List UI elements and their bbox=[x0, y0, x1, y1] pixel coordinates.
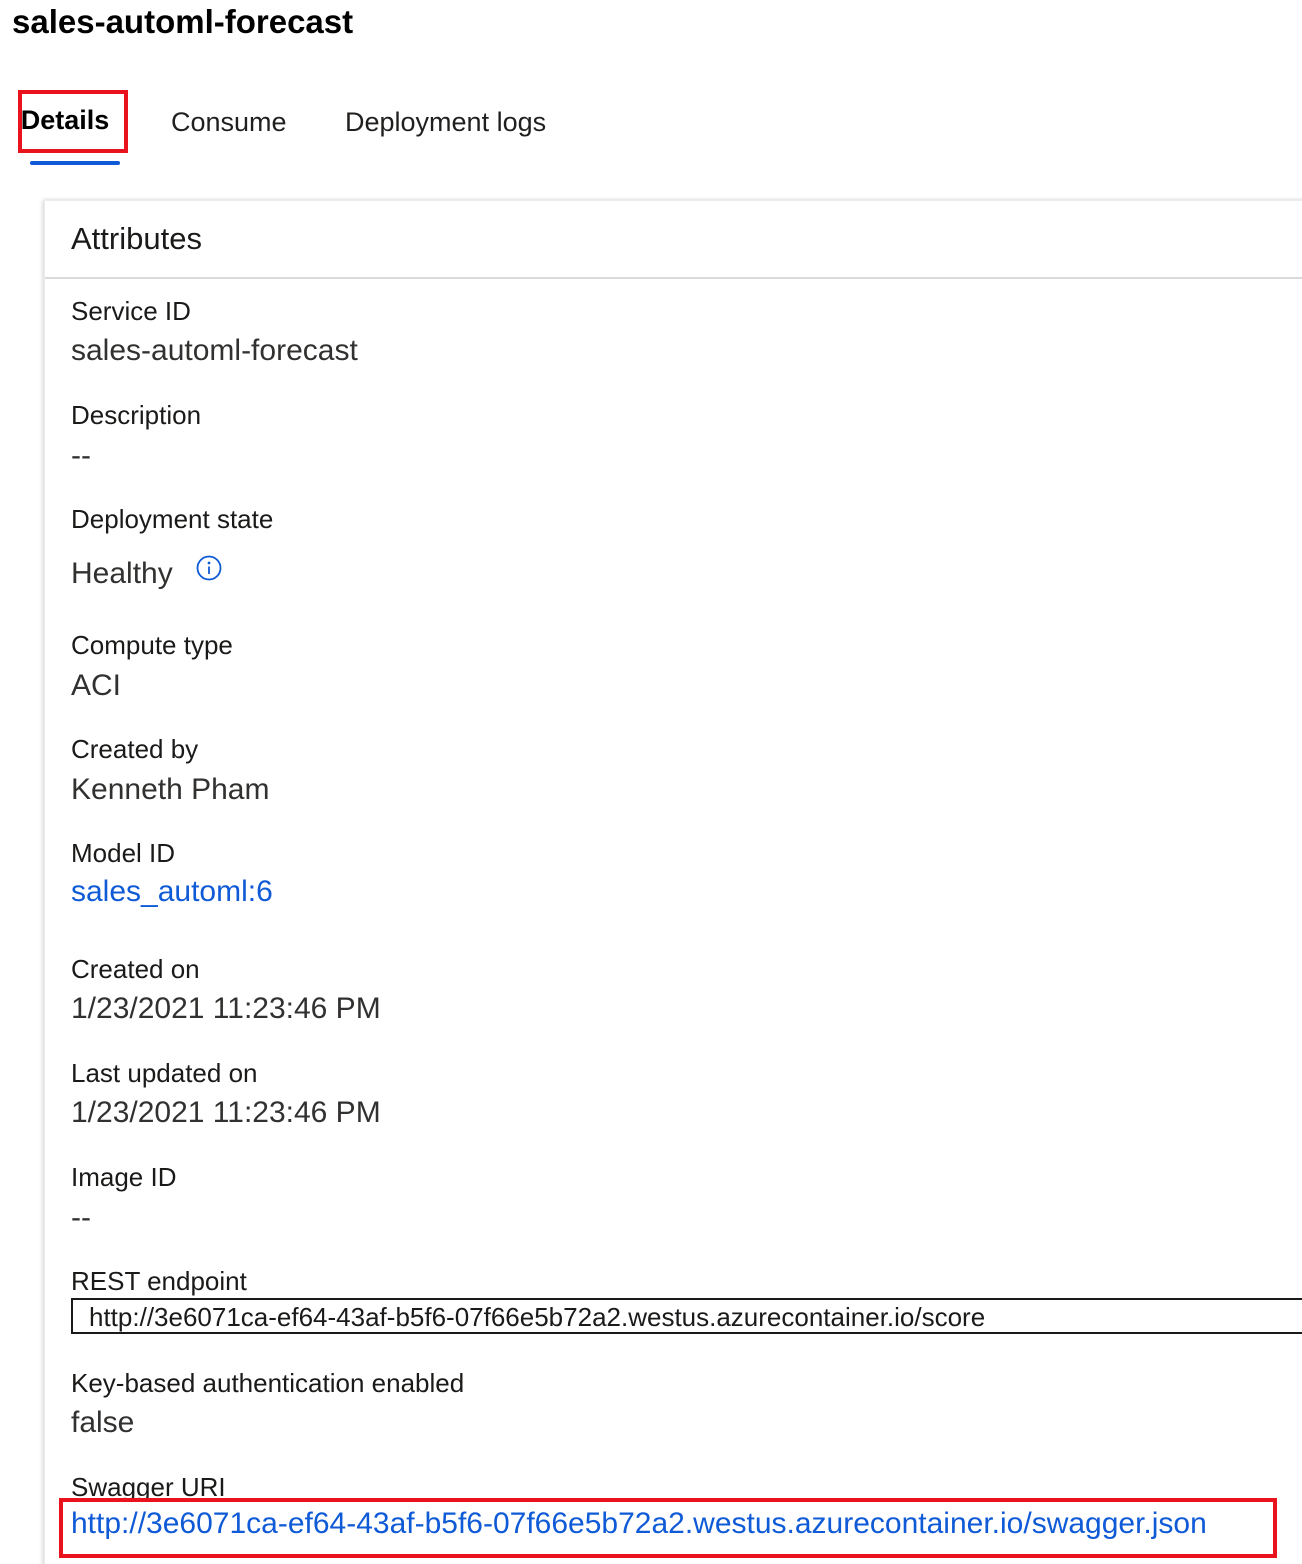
attributes-card-header: Attributes bbox=[45, 201, 1302, 279]
rest-endpoint-label: REST endpoint bbox=[71, 1266, 247, 1296]
info-icon[interactable] bbox=[196, 555, 222, 581]
model-id-link[interactable]: sales_automl:6 bbox=[71, 873, 273, 911]
tab-details[interactable]: Details bbox=[18, 90, 128, 165]
model-id-label: Model ID bbox=[71, 838, 176, 868]
rest-endpoint-field[interactable]: http://3e6071ca-ef64-43af-b5f6-07f66e5b7… bbox=[71, 1298, 1302, 1334]
description-label: Description bbox=[71, 400, 202, 430]
created-by-value: Kenneth Pham bbox=[71, 773, 270, 806]
service-id-value: sales-automl-forecast bbox=[71, 334, 358, 367]
created-by-label: Created by bbox=[71, 734, 199, 764]
image-id-label: Image ID bbox=[71, 1162, 177, 1192]
description-value: -- bbox=[71, 439, 91, 472]
compute-type-value: ACI bbox=[71, 669, 122, 702]
service-id-label: Service ID bbox=[71, 296, 191, 326]
key-auth-value: false bbox=[71, 1406, 135, 1439]
page-title: sales-automl-forecast bbox=[12, 3, 354, 40]
swagger-uri-link[interactable]: http://3e6071ca-ef64-43af-b5f6-07f66e5b7… bbox=[71, 1504, 1207, 1544]
tab-consume[interactable]: Consume bbox=[171, 90, 287, 152]
attributes-card: Attributes Service ID sales-automl-forec… bbox=[44, 200, 1302, 1564]
tab-details-label: Details bbox=[20, 105, 110, 135]
compute-type-label: Compute type bbox=[71, 630, 233, 660]
attributes-card-title: Attributes bbox=[71, 221, 202, 256]
created-on-label: Created on bbox=[71, 954, 200, 984]
last-updated-on-label: Last updated on bbox=[71, 1058, 258, 1088]
deployment-state-value: Healthy bbox=[71, 557, 173, 590]
deployment-state-label: Deployment state bbox=[71, 504, 274, 534]
created-on-value: 1/23/2021 11:23:46 PM bbox=[71, 992, 381, 1025]
tab-deployment-logs[interactable]: Deployment logs bbox=[345, 90, 546, 152]
deployment-details-page: sales-automl-forecast Details Consume De… bbox=[0, 0, 1302, 1564]
image-id-value: -- bbox=[71, 1201, 91, 1234]
last-updated-on-value: 1/23/2021 11:23:46 PM bbox=[71, 1096, 381, 1129]
tab-bar: Details Consume Deployment logs bbox=[18, 90, 718, 170]
key-auth-label: Key-based authentication enabled bbox=[71, 1368, 465, 1398]
tab-selected-indicator bbox=[30, 161, 120, 165]
